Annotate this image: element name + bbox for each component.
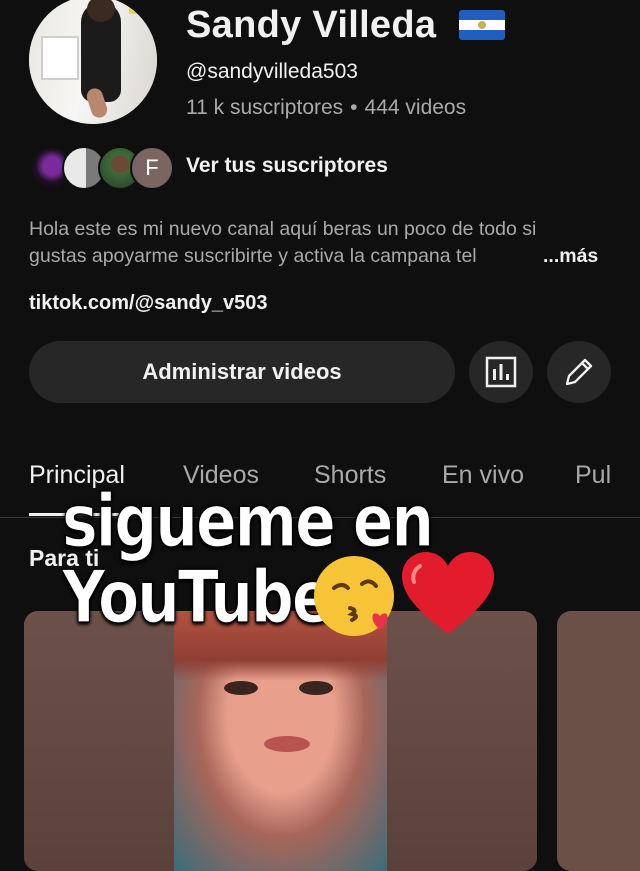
overlay-caption-line-2: YouTube — [62, 555, 334, 640]
manage-videos-button[interactable]: Administrar videos — [29, 341, 455, 403]
edit-channel-button[interactable] — [547, 341, 611, 403]
channel-avatar[interactable] — [29, 0, 157, 124]
description-line-2: gustas apoyarme suscribirte y activa la … — [29, 245, 477, 267]
more-link[interactable]: ...más — [543, 243, 598, 270]
video-thumbnail-next[interactable] — [557, 611, 640, 871]
channel-name: Sandy Villeda — [186, 4, 437, 46]
description-line-1: Hola este es mi nuevo canal aquí beras u… — [29, 218, 537, 240]
face-blowing-kiss-icon — [314, 556, 394, 636]
channel-handle: @sandyvilleda503 — [186, 60, 358, 83]
view-subscribers-link[interactable]: Ver tus suscriptores — [186, 154, 388, 178]
bar-chart-icon — [485, 356, 517, 388]
el-salvador-flag-icon — [459, 10, 505, 40]
pencil-icon — [565, 358, 593, 386]
channel-description[interactable]: Hola este es mi nuevo canal aquí beras u… — [29, 216, 609, 270]
analytics-button[interactable] — [469, 341, 533, 403]
tab-publicaciones[interactable]: Pul — [575, 461, 611, 490]
subscribers-row[interactable]: F Ver tus suscriptores — [30, 146, 610, 190]
subscriber-count: 11 k suscriptores — [186, 96, 344, 119]
stats-separator: • — [350, 96, 358, 119]
tiktok-link[interactable]: tiktok.com/@sandy_v503 — [29, 292, 268, 315]
video-thumbnail[interactable] — [24, 611, 537, 871]
video-count: 444 videos — [364, 96, 467, 119]
subscriber-avatar: F — [130, 146, 174, 190]
red-heart-icon — [402, 552, 494, 634]
tab-en-vivo[interactable]: En vivo — [442, 461, 524, 490]
channel-stats: 11 k suscriptores • 444 videos — [186, 96, 466, 120]
